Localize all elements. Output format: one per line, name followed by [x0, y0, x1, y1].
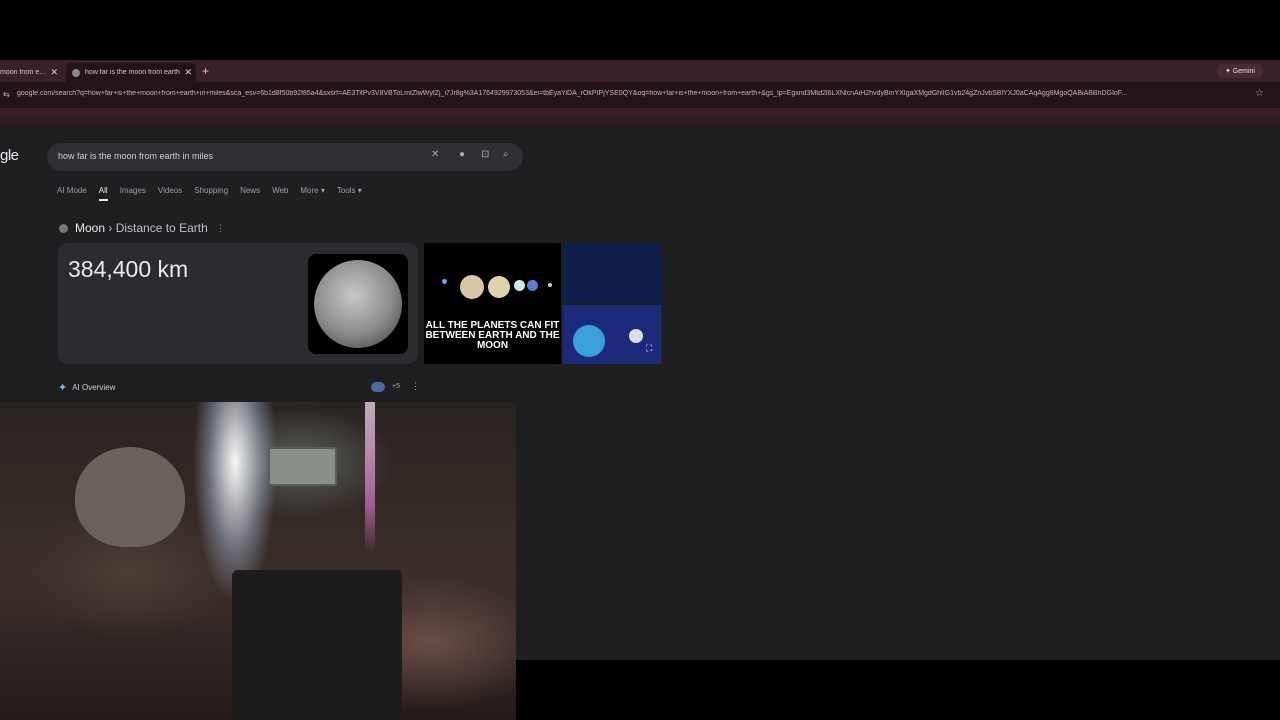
answer-value: 384,400 km — [68, 256, 189, 282]
browser-tab-active[interactable]: how far is the moon from earth ✕ — [66, 63, 196, 82]
earth-moon-cartoon-image[interactable] — [563, 305, 661, 364]
favicon-icon — [72, 68, 80, 77]
google-logo[interactable]: gle — [0, 147, 19, 164]
jupiter-shape — [460, 275, 484, 299]
tab-more[interactable]: More ▾ — [300, 186, 324, 201]
view-images-icon[interactable]: ⛶ — [646, 343, 652, 354]
moon-image[interactable] — [308, 254, 408, 354]
webcam-person — [75, 447, 185, 547]
bookmark-bar — [0, 108, 1280, 128]
tab-tools[interactable]: Tools ▾ — [337, 186, 362, 201]
site-info-icon[interactable]: ⇆ — [3, 90, 10, 99]
source-count[interactable]: +5 — [392, 383, 400, 390]
tab-all[interactable]: All — [98, 186, 108, 201]
tab-title: moon from earth — [0, 69, 47, 76]
webcam-light-strip — [365, 402, 375, 552]
clear-icon[interactable]: ✕ — [431, 149, 439, 160]
more-options-icon[interactable]: ⋮ — [216, 223, 225, 234]
tab-web[interactable]: Web — [272, 186, 288, 201]
gemini-button[interactable]: ✦ Gemini — [1217, 64, 1263, 78]
tab-videos[interactable]: Videos — [158, 186, 182, 201]
lens-icon[interactable]: ⊡ — [481, 149, 489, 160]
search-tabs: AI Mode All Images Videos Shopping News … — [57, 186, 362, 201]
moon-dot — [548, 283, 552, 287]
tab-news[interactable]: News — [240, 186, 260, 201]
search-icon[interactable]: ⌕ — [503, 149, 509, 160]
ai-sparkle-icon: ✦ — [58, 382, 68, 394]
webcam-background-tv — [268, 447, 337, 486]
url-field[interactable]: google.com/search?q=how+far+is+the+moon+… — [17, 90, 1245, 97]
saturn-shape — [488, 276, 510, 298]
image-caption: ALL THE PLANETS CAN FIT BETWEEN EARTH AN… — [425, 320, 560, 351]
uranus-shape — [514, 280, 525, 291]
planets-image[interactable]: ALL THE PLANETS CAN FIT BETWEEN EARTH AN… — [424, 243, 561, 364]
tab-images[interactable]: Images — [120, 186, 146, 201]
earth-dot — [442, 279, 447, 284]
cartoon-earth-shape — [573, 325, 605, 357]
tab-title: how far is the moon from earth — [85, 69, 180, 76]
moon-thumbnail-icon — [59, 224, 68, 233]
tab-ai-mode[interactable]: AI Mode — [57, 186, 87, 201]
source-avatars[interactable] — [371, 382, 385, 392]
attribute-name: Distance to Earth — [115, 221, 208, 235]
webcam-overlay — [0, 402, 516, 720]
bookmark-star-icon[interactable]: ☆ — [1255, 88, 1264, 99]
ai-overview-menu-icon[interactable]: ⋮ — [411, 381, 420, 392]
close-tab-icon[interactable]: ✕ — [46, 67, 62, 78]
artemis-image[interactable] — [563, 243, 661, 303]
moon-disc — [314, 260, 402, 348]
neptune-shape — [527, 280, 538, 291]
ai-overview-header[interactable]: ✦ AI Overview — [58, 381, 115, 394]
webcam-laptop — [232, 570, 402, 720]
close-tab-icon[interactable]: ✕ — [180, 67, 196, 78]
new-tab-button[interactable]: + — [202, 64, 209, 78]
browser-tab[interactable]: moon from earth ✕ — [0, 63, 62, 82]
breadcrumb-separator: › — [105, 221, 116, 235]
search-input[interactable]: how far is the moon from earth in miles — [58, 151, 213, 161]
knowledge-panel-title[interactable]: Moon › Distance to Earth — [75, 221, 208, 235]
ai-overview-label: AI Overview — [72, 383, 116, 392]
mic-icon[interactable]: ● — [459, 149, 465, 160]
entity-name[interactable]: Moon — [75, 221, 105, 235]
cartoon-moon-shape — [629, 329, 643, 343]
tab-shopping[interactable]: Shopping — [194, 186, 228, 201]
